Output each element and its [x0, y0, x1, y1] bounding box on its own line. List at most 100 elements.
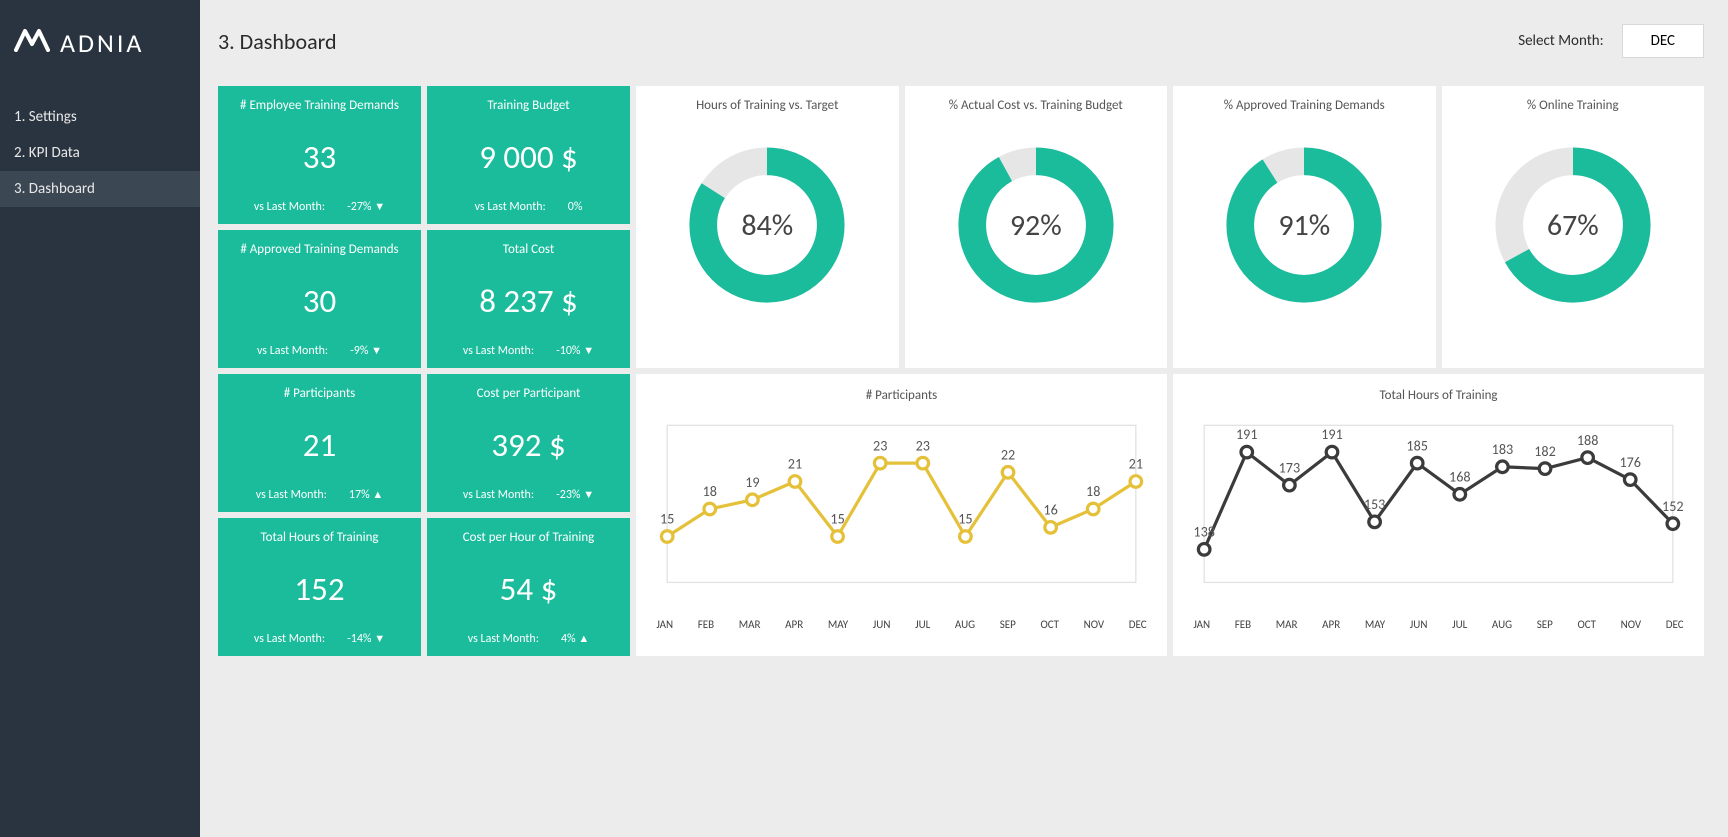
donut-card-1: % Actual Cost vs. Training Budget 92%	[905, 86, 1168, 368]
donut-card-2: % Approved Training Demands 91%	[1173, 86, 1436, 368]
month-selector-label: Select Month:	[1518, 32, 1603, 50]
kpi-card-5: Cost per Participant 392 $ vs Last Month:-…	[427, 374, 630, 512]
svg-text:191: 191	[1236, 426, 1258, 443]
donut-percent: 67%	[1488, 140, 1658, 310]
svg-text:153: 153	[1364, 496, 1386, 513]
trend-down-icon: ▼	[583, 488, 594, 501]
trend-down-icon: ▼	[374, 200, 385, 213]
nav-list: 1. Settings2. KPI Data3. Dashboard	[0, 99, 200, 207]
svg-text:138: 138	[1193, 523, 1215, 540]
donut-card-3: % Online Training 67%	[1442, 86, 1705, 368]
kpi-card-7: Cost per Hour of Training 54 $ vs Last Mon…	[427, 518, 630, 656]
kpi-title: Total Cost	[503, 242, 554, 257]
kpi-value: 152	[294, 569, 344, 609]
svg-text:15: 15	[660, 511, 674, 528]
kpi-title: # Approved Training Demands	[240, 242, 398, 257]
kpi-compare: vs Last Month:0%	[475, 200, 583, 214]
month-selector-value[interactable]: DEC	[1622, 24, 1704, 58]
kpi-title: Cost per Hour of Training	[463, 530, 595, 545]
kpi-value: 392 $	[491, 425, 565, 465]
chart-plot: 15 18 19 21 15 23 23 15 22 16 18 21	[644, 409, 1159, 609]
svg-text:15: 15	[958, 511, 972, 528]
kpi-value: 21	[303, 425, 336, 465]
donut-percent: 92%	[951, 140, 1121, 310]
svg-text:152: 152	[1662, 498, 1684, 515]
kpi-title: Training Budget	[487, 98, 569, 113]
line-chart: # Participants 15 18 19 21 15 23 23 15 22 16 18 21 JA…	[636, 374, 1167, 656]
kpi-compare: vs Last Month:-9% ▼	[257, 344, 382, 358]
donut-card-0: Hours of Training vs. Target 84%	[636, 86, 899, 368]
svg-text:185: 185	[1406, 437, 1428, 454]
kpi-card-1: Training Budget 9 000 $ vs Last Month:0%	[427, 86, 630, 224]
kpi-title: Cost per Participant	[477, 386, 581, 401]
donut-chart: 91%	[1219, 140, 1389, 310]
kpi-value: 8 237 $	[479, 281, 578, 321]
trend-up-icon: ▲	[372, 488, 383, 501]
donut-title: Hours of Training vs. Target	[696, 98, 838, 118]
x-axis-labels: JANFEBMARAPRMAYJUNJULAUGSEPOCTNOVDEC	[1181, 618, 1696, 631]
svg-text:15: 15	[830, 511, 844, 528]
kpi-card-3: Total Cost 8 237 $ vs Last Month:-10% ▼	[427, 230, 630, 368]
kpi-compare: vs Last Month:17% ▲	[256, 488, 384, 502]
donut-chart: 92%	[951, 140, 1121, 310]
topbar: 3. Dashboard Select Month: DEC	[218, 18, 1704, 86]
main-area: 3. Dashboard Select Month: DEC # Employe…	[200, 0, 1728, 837]
kpi-compare: vs Last Month:-10% ▼	[463, 344, 594, 358]
line-chart: Total Hours of Training 138 191 173 191 153 18…	[1173, 374, 1704, 656]
svg-text:183: 183	[1492, 441, 1514, 458]
kpi-value: 33	[303, 137, 336, 177]
svg-text:182: 182	[1534, 443, 1556, 460]
chart-title: Total Hours of Training	[1181, 388, 1696, 403]
x-axis-labels: JANFEBMARAPRMAYJUNJULAUGSEPOCTNOVDEC	[644, 618, 1159, 631]
svg-text:18: 18	[703, 483, 717, 500]
page-title: 3. Dashboard	[218, 28, 337, 55]
kpi-compare: vs Last Month:4% ▲	[468, 632, 589, 646]
sidebar: ADNIA 1. Settings2. KPI Data3. Dashboard	[0, 0, 200, 837]
kpi-card-4: # Participants 21 vs Last Month:17% ▲	[218, 374, 421, 512]
trend-down-icon: ▼	[374, 632, 385, 645]
svg-text:16: 16	[1043, 501, 1057, 518]
kpi-value: 9 000 $	[479, 137, 578, 177]
svg-text:188: 188	[1577, 432, 1599, 449]
kpi-value: 30	[303, 281, 336, 321]
dashboard-grid: # Employee Training Demands 33 vs Last Mon…	[218, 86, 1704, 656]
trend-down-icon: ▼	[583, 344, 594, 357]
chart-plot: 138 191 173 191 153 185 168 183 182 188 176 152	[1181, 409, 1696, 609]
nav-item-2[interactable]: 3. Dashboard	[0, 171, 200, 207]
nav-item-1[interactable]: 2. KPI Data	[0, 135, 200, 171]
kpi-title: # Employee Training Demands	[240, 98, 399, 113]
svg-text:18: 18	[1086, 483, 1100, 500]
donut-title: % Approved Training Demands	[1224, 98, 1385, 118]
kpi-value: 54 $	[500, 569, 558, 609]
trend-up-icon: ▲	[578, 632, 589, 645]
kpi-compare: vs Last Month:-14% ▼	[254, 632, 385, 646]
svg-text:168: 168	[1449, 468, 1471, 485]
trend-down-icon: ▼	[371, 344, 382, 357]
kpi-title: # Participants	[284, 386, 356, 401]
svg-text:23: 23	[873, 437, 887, 454]
svg-text:173: 173	[1279, 459, 1301, 476]
svg-text:19: 19	[745, 474, 759, 491]
svg-text:21: 21	[788, 456, 802, 473]
donut-percent: 84%	[682, 140, 852, 310]
svg-text:176: 176	[1619, 454, 1641, 471]
donut-title: % Actual Cost vs. Training Budget	[949, 98, 1123, 118]
brand-name: ADNIA	[60, 27, 144, 59]
nav-item-0[interactable]: 1. Settings	[0, 99, 200, 135]
kpi-card-0: # Employee Training Demands 33 vs Last Mon…	[218, 86, 421, 224]
kpi-title: Total Hours of Training	[260, 530, 378, 545]
kpi-card-2: # Approved Training Demands 30 vs Last Mon…	[218, 230, 421, 368]
logo-icon	[14, 26, 50, 59]
donut-chart: 67%	[1488, 140, 1658, 310]
donut-chart: 84%	[682, 140, 852, 310]
svg-text:22: 22	[1001, 446, 1015, 463]
month-selector: Select Month: DEC	[1518, 24, 1704, 58]
kpi-compare: vs Last Month:-27% ▼	[254, 200, 385, 214]
kpi-compare: vs Last Month:-23% ▼	[463, 488, 594, 502]
kpi-card-6: Total Hours of Training 152 vs Last Month:…	[218, 518, 421, 656]
chart-title: # Participants	[644, 388, 1159, 403]
svg-text:21: 21	[1129, 456, 1143, 473]
svg-text:23: 23	[916, 437, 930, 454]
donut-title: % Online Training	[1527, 98, 1619, 118]
svg-text:191: 191	[1321, 426, 1343, 443]
